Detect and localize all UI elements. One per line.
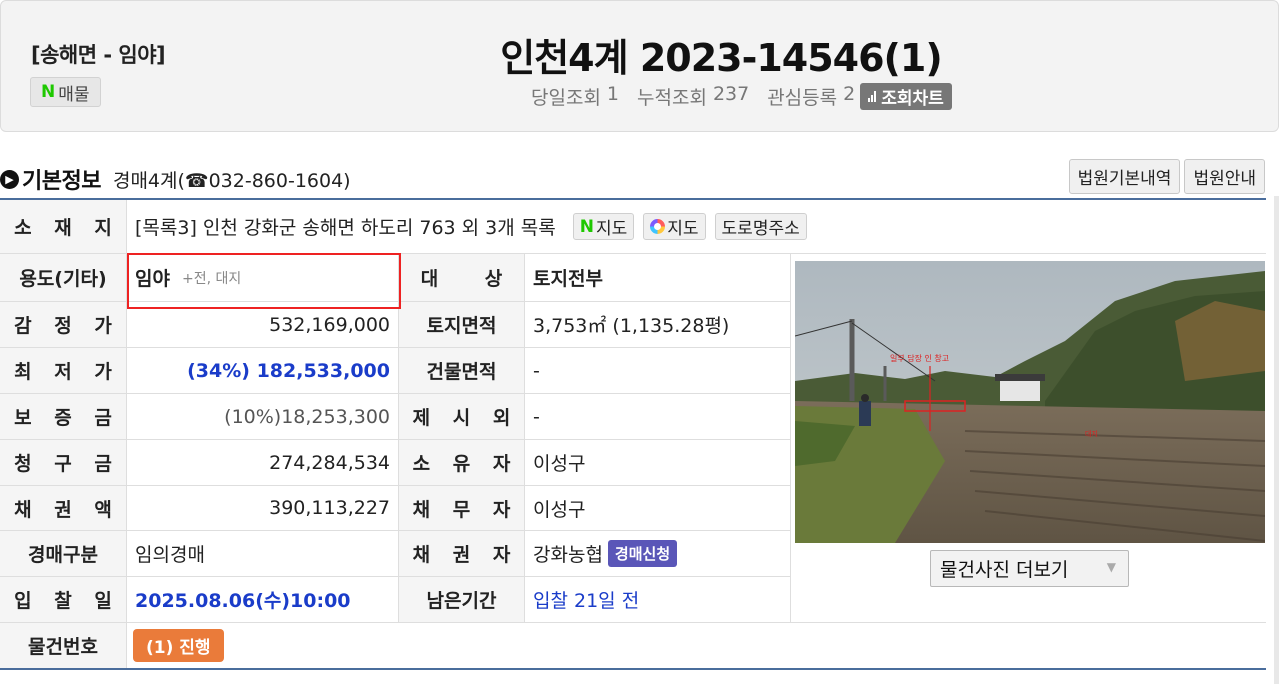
view-chart-button[interactable]: 조회차트 — [860, 83, 952, 110]
usage-label: 용도(기타) — [0, 254, 127, 302]
case-header: [송해면 - 임야] N 매물 인천4계 2023-14546(1) 당일조회 … — [0, 0, 1279, 132]
deposit-label: 보 증 금 — [0, 394, 127, 440]
more-photos-label: 물건사진 더보기 — [940, 559, 1069, 581]
usage-value: 임야 — [135, 268, 170, 290]
usage-extra: +전, 대지 — [181, 270, 242, 287]
owner-value: 이성구 — [525, 440, 791, 486]
claim-value: 274,284,534 — [127, 440, 399, 486]
naver-listing-button[interactable]: N 매물 — [30, 77, 101, 107]
daum-map-label: 지도 — [667, 219, 699, 239]
building-area-label: 건물면적 — [399, 348, 525, 394]
stat-total-value: 237 — [712, 83, 750, 105]
naver-map-label: 지도 — [595, 219, 628, 239]
scrollbar-track[interactable] — [1274, 196, 1279, 684]
stat-today-value: 1 — [606, 83, 620, 105]
arrow-right-circle-icon: ▶ — [0, 169, 19, 189]
case-title: 인천4계 2023-14546(1) — [500, 36, 942, 80]
chevron-down-icon: ▼ — [1106, 560, 1116, 574]
daum-map-button[interactable]: 지도 — [643, 213, 706, 240]
credit-value: 390,113,227 — [127, 486, 399, 531]
stat-interest: 관심등록 2 — [767, 83, 855, 110]
stat-interest-value: 2 — [843, 83, 856, 105]
target-label: 대 상 — [399, 254, 525, 302]
region-label: [송해면 - 임야] — [31, 43, 166, 67]
view-stats: 당일조회 1 누적조회 237 관심등록 2 조회차트 — [531, 83, 952, 110]
naver-listing-label: 매물 — [58, 84, 90, 105]
item-no-label: 물건번호 — [0, 623, 127, 668]
stat-interest-label: 관심등록 — [767, 87, 838, 109]
court-guide-button[interactable]: 법원안내 — [1184, 159, 1265, 194]
usage-cell: 임야 +전, 대지 — [127, 254, 399, 302]
road-address-button[interactable]: 도로명주소 — [714, 213, 807, 240]
target-value: 토지전부 — [525, 254, 791, 302]
svg-text:일부 담장 인 창고: 일부 담장 인 창고 — [890, 353, 949, 363]
auction-type-value: 임의경매 — [127, 531, 399, 577]
min-price-label: 최 저 가 — [0, 348, 127, 394]
debtor-label: 채 무 자 — [399, 486, 525, 531]
view-chart-label: 조회차트 — [881, 89, 944, 109]
svg-text:대지: 대지 — [1085, 429, 1098, 438]
bid-date-value: 2025.08.06(수)10:00 — [127, 577, 399, 623]
exclusion-value: - — [525, 394, 791, 440]
bid-date-label: 입 찰 일 — [0, 577, 127, 623]
section-title: 기본정보 — [22, 169, 101, 194]
appraisal-value: 532,169,000 — [127, 302, 399, 348]
owner-label: 소 유 자 — [399, 440, 525, 486]
min-price-value: (34%) 182,533,000 — [127, 348, 399, 394]
daum-d-icon — [650, 219, 666, 234]
exclusion-label: 제 시 외 — [399, 394, 525, 440]
credit-label: 채 권 액 — [0, 486, 127, 531]
deposit-value: (10%)18,253,300 — [127, 394, 399, 440]
stat-total: 누적조회 237 — [637, 83, 749, 110]
creditor-label: 채 권 자 — [399, 531, 525, 577]
stat-today-label: 당일조회 — [531, 87, 601, 109]
property-photo[interactable]: 일부 담장 인 창고 대지 — [795, 261, 1265, 543]
claim-label: 청 구 금 — [0, 440, 127, 486]
auction-applicant-badge: 경매신청 — [607, 540, 678, 567]
creditor-cell: 강화농협 경매신청 — [525, 531, 791, 577]
location-label: 소 재 지 — [0, 200, 127, 254]
location-cell: [목록3] 인천 강화군 송해면 하도리 763 외 3개 목록 N 지도 지도… — [127, 200, 1266, 254]
basic-info-header: ▶ 기본정보 경매4계(☎032-860-1604) — [0, 162, 351, 196]
remaining-value: 입찰 21일 전 — [525, 577, 791, 623]
property-photo-image: 일부 담장 인 창고 대지 — [795, 261, 1265, 543]
bar-chart-icon — [868, 91, 877, 102]
court-details-button[interactable]: 법원기본내역 — [1068, 159, 1181, 194]
remaining-label: 남은기간 — [399, 577, 525, 623]
more-photos-dropdown[interactable]: 물건사진 더보기 ▼ — [930, 550, 1129, 587]
naver-map-button[interactable]: N 지도 — [572, 213, 635, 240]
stat-total-label: 누적조회 — [637, 87, 707, 109]
item-status-badge[interactable]: (1) 진행 — [133, 629, 224, 662]
debtor-value: 이성구 — [525, 486, 791, 531]
creditor-value: 강화농협 — [533, 544, 603, 566]
naver-n-icon: N — [579, 216, 594, 237]
land-area-label: 토지면적 — [399, 302, 525, 348]
stat-today: 당일조회 1 — [531, 83, 619, 110]
item-no-cell: (1) 진행 — [127, 623, 1266, 668]
location-value: [목록3] 인천 강화군 송해면 하도리 763 외 3개 목록 — [135, 217, 556, 239]
auction-type-label: 경매구분 — [0, 531, 127, 577]
naver-n-icon: N — [41, 82, 56, 102]
land-area-value: 3,753㎡ (1,135.28평) — [525, 302, 791, 348]
court-contact: 경매4계(☎032-860-1604) — [112, 169, 351, 192]
appraisal-label: 감 정 가 — [0, 302, 127, 348]
building-area-value: - — [525, 348, 791, 394]
